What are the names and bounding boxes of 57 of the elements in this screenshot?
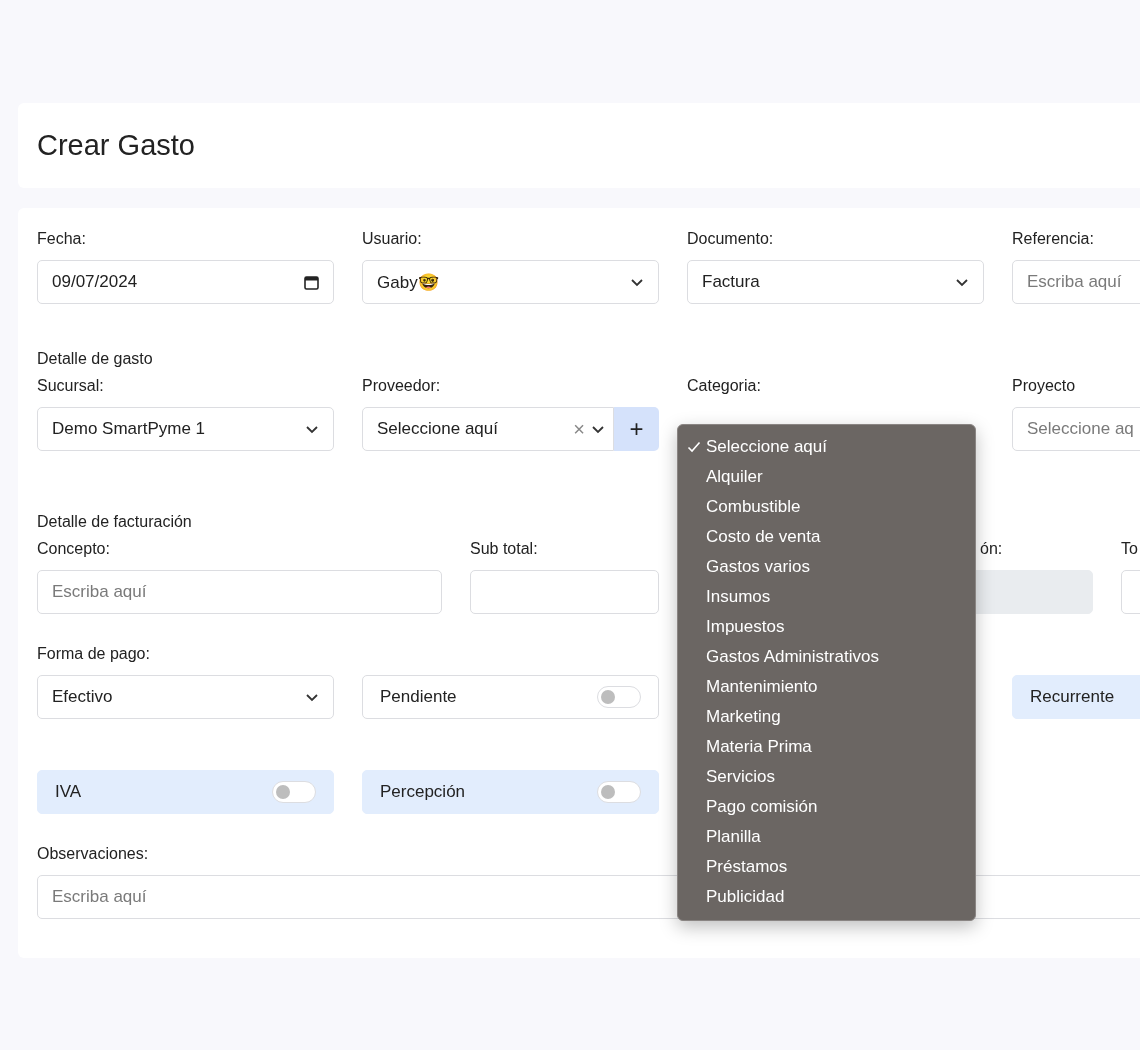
section-title: Detalle de facturación xyxy=(37,513,193,531)
input-field[interactable] xyxy=(470,570,659,614)
date-field[interactable]: 09/07/2024 xyxy=(37,260,334,304)
field-label: Referencia: xyxy=(1012,230,1094,249)
field-label: Fecha: xyxy=(37,230,86,249)
menu-item[interactable]: Publicidad xyxy=(678,882,975,912)
menu-item[interactable]: Gastos varios xyxy=(678,552,975,582)
select-field[interactable]: Demo SmartPyme 1 xyxy=(37,407,334,451)
toggle-switch[interactable] xyxy=(597,686,641,708)
menu-item[interactable]: Insumos xyxy=(678,582,975,612)
field-label: ón: xyxy=(979,540,1003,559)
toggle-option[interactable]: IVA xyxy=(37,770,334,814)
add-button[interactable]: + xyxy=(614,407,659,451)
toggle-option[interactable]: Percepción xyxy=(362,770,659,814)
chevron-down-icon xyxy=(591,424,605,434)
field-label: Proveedor: xyxy=(362,377,441,396)
chevron-down-icon xyxy=(305,692,319,702)
menu-item[interactable]: Combustible xyxy=(678,492,975,522)
field-label: Forma de pago: xyxy=(37,645,150,664)
input-field[interactable]: Escriba aquí xyxy=(1012,260,1140,304)
menu-item[interactable]: Alquiler xyxy=(678,462,975,492)
field-label: Categoria: xyxy=(687,377,761,396)
select-field[interactable]: Factura xyxy=(687,260,984,304)
field-label: Documento: xyxy=(687,230,774,249)
menu-item[interactable]: Servicios xyxy=(678,762,975,792)
toggle-option[interactable]: Pendiente xyxy=(362,675,659,719)
field-label: Sucursal: xyxy=(37,377,104,396)
select-field[interactable]: Gaby🤓 xyxy=(362,260,659,304)
section-title: Detalle de gasto xyxy=(37,350,154,368)
chevron-down-icon xyxy=(305,424,319,434)
menu-item[interactable]: Impuestos xyxy=(678,612,975,642)
clear-icon[interactable]: × xyxy=(573,417,585,441)
calendar-icon xyxy=(304,274,319,290)
input-field[interactable]: Seleccione aq xyxy=(1012,407,1140,451)
menu-item[interactable]: Costo de venta xyxy=(678,522,975,552)
field-label: Concepto: xyxy=(37,540,110,559)
select-field[interactable]: Seleccione aquí × xyxy=(362,407,614,451)
field-label: Usuario: xyxy=(362,230,422,249)
input-field[interactable]: Escriba aquí xyxy=(37,570,442,614)
menu-item[interactable]: Gastos Administrativos xyxy=(678,642,975,672)
field-label: Proyecto xyxy=(1012,377,1076,396)
toggle-switch[interactable] xyxy=(272,781,316,803)
menu-item[interactable]: Mantenimiento xyxy=(678,672,975,702)
chevron-down-icon xyxy=(630,277,644,287)
menu-item[interactable]: Planilla xyxy=(678,822,975,852)
page-title: Crear Gasto xyxy=(37,129,195,162)
toggle-switch[interactable] xyxy=(597,781,641,803)
menu-item[interactable]: Pago comisión xyxy=(678,792,975,822)
menu-item[interactable]: Marketing xyxy=(678,702,975,732)
chevron-down-icon xyxy=(955,277,969,287)
field-label: To xyxy=(1121,540,1138,559)
menu-item[interactable]: Seleccione aquí xyxy=(678,432,975,462)
menu-item[interactable]: Materia Prima xyxy=(678,732,975,762)
select-field[interactable]: Efectivo xyxy=(37,675,334,719)
toggle-option[interactable]: Recurrente xyxy=(1012,675,1140,719)
field-label: Sub total: xyxy=(470,540,538,559)
field-label: Observaciones: xyxy=(37,845,149,864)
